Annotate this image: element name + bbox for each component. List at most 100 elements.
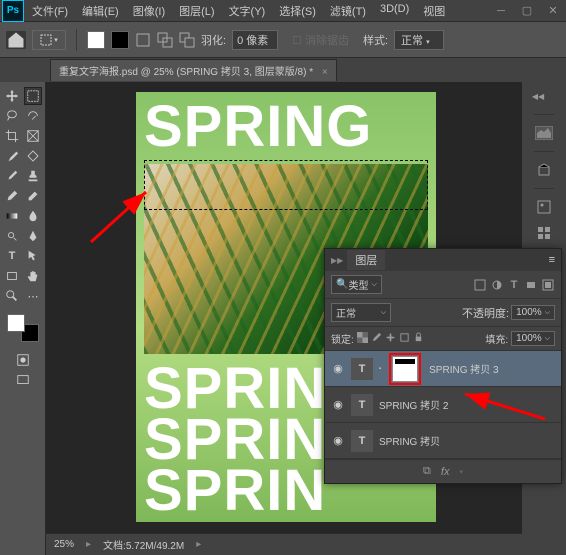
chevron-down-icon: ▾ xyxy=(459,468,463,476)
link-layers-icon[interactable]: ⧉ xyxy=(423,465,431,478)
brush-tool[interactable] xyxy=(3,167,21,185)
filter-smart-icon[interactable] xyxy=(541,278,555,292)
marquee-tool[interactable] xyxy=(24,87,42,105)
chevron-down-icon: ⌵ xyxy=(371,281,376,289)
pen-tool[interactable] xyxy=(24,227,42,245)
stamp-tool[interactable] xyxy=(24,167,42,185)
lock-transparency-icon[interactable] xyxy=(357,332,368,346)
tool-preset-picker[interactable]: ▾ xyxy=(32,30,66,50)
lock-image-icon[interactable] xyxy=(371,332,382,346)
lock-label: 锁定: xyxy=(331,331,354,346)
layers-tab[interactable]: 图层 xyxy=(347,250,385,270)
type-layer-thumb[interactable]: T xyxy=(351,394,373,416)
visibility-toggle[interactable]: ◉ xyxy=(331,398,345,411)
maximize-button[interactable]: ▢ xyxy=(514,1,540,21)
tab-close-icon[interactable]: × xyxy=(322,67,328,78)
blur-tool[interactable] xyxy=(24,207,42,225)
layer-row[interactable]: ◉ T SPRING 拷贝 xyxy=(325,423,561,459)
lock-all-icon[interactable] xyxy=(413,332,424,346)
gradient-tool[interactable] xyxy=(3,207,21,225)
subtract-selection-icon[interactable] xyxy=(179,32,195,48)
menu-3d[interactable]: 3D(D) xyxy=(374,0,415,22)
link-icon: ▪ xyxy=(379,366,381,372)
style-select[interactable]: 正常 ▾ xyxy=(394,30,444,50)
filter-shape-icon[interactable] xyxy=(524,278,538,292)
window-controls: ─ ▢ ✕ xyxy=(488,1,566,21)
screenmode-button[interactable] xyxy=(14,371,32,389)
chevron-down-icon: ▾ xyxy=(426,39,430,46)
expand-panel-icon[interactable]: ◀◀ xyxy=(526,86,550,106)
layer-name[interactable]: SPRING 拷贝 2 xyxy=(379,397,555,412)
crop-tool[interactable] xyxy=(3,127,21,145)
frame-tool[interactable] xyxy=(24,127,42,145)
menu-edit[interactable]: 编辑(E) xyxy=(76,0,125,22)
path-select-tool[interactable] xyxy=(24,247,42,265)
lock-artboard-icon[interactable] xyxy=(399,332,410,346)
dodge-tool[interactable] xyxy=(3,227,21,245)
fill-input[interactable]: 100%⌵ xyxy=(511,331,555,346)
color-swatches[interactable] xyxy=(7,314,39,342)
lasso-tool[interactable] xyxy=(3,107,21,125)
visibility-toggle[interactable]: ◉ xyxy=(331,434,345,447)
layer-name[interactable]: SPRING 拷贝 xyxy=(379,433,555,448)
eyedropper-tool[interactable] xyxy=(3,147,21,165)
collapse-panel-icon[interactable]: ▶▶ xyxy=(331,256,343,265)
feather-input[interactable]: 0 像素 xyxy=(232,30,278,50)
menu-layer[interactable]: 图层(L) xyxy=(173,0,220,22)
menu-select[interactable]: 选择(S) xyxy=(273,0,322,22)
menu-filter[interactable]: 滤镜(T) xyxy=(324,0,372,22)
color-panel-button[interactable] xyxy=(532,123,556,143)
document-tab[interactable]: 重复文字海报.psd @ 25% (SPRING 拷贝 3, 图层蒙版/8) *… xyxy=(50,59,337,81)
quick-select-tool[interactable] xyxy=(24,107,42,125)
menu-file[interactable]: 文件(F) xyxy=(26,0,74,22)
chevron-down-icon: ⌵ xyxy=(545,335,550,343)
type-tool[interactable]: T xyxy=(3,247,21,265)
zoom-display[interactable]: 25% xyxy=(54,539,74,550)
hand-tool[interactable] xyxy=(24,267,42,285)
fg-color-swatch[interactable] xyxy=(7,314,25,332)
foreground-swatch[interactable] xyxy=(87,31,105,49)
filter-type-icon-t[interactable]: T xyxy=(507,278,521,292)
menu-type[interactable]: 文字(Y) xyxy=(223,0,272,22)
filter-icons: T xyxy=(473,278,555,292)
chevron-right-icon[interactable]: ▸ xyxy=(86,539,91,550)
rectangle-tool[interactable] xyxy=(3,267,21,285)
quickmask-button[interactable] xyxy=(14,351,32,369)
menu-image[interactable]: 图像(I) xyxy=(127,0,171,22)
blend-mode-select[interactable]: 正常⌵ xyxy=(331,303,391,322)
layer-row[interactable]: ◉ T SPRING 拷贝 2 xyxy=(325,387,561,423)
menu-view[interactable]: 视图 xyxy=(417,0,451,22)
libraries-panel-button[interactable] xyxy=(532,197,556,217)
eraser-tool[interactable] xyxy=(24,187,42,205)
layer-name[interactable]: SPRING 拷贝 3 xyxy=(429,361,555,376)
zoom-tool[interactable] xyxy=(3,287,21,305)
background-swatch[interactable] xyxy=(111,31,129,49)
chevron-right-icon[interactable]: ▸ xyxy=(196,539,201,550)
panel-menu-icon[interactable]: ≡ xyxy=(549,254,555,266)
close-button[interactable]: ✕ xyxy=(540,1,566,21)
filter-adjustment-icon[interactable] xyxy=(490,278,504,292)
history-brush-tool[interactable] xyxy=(3,187,21,205)
doc-info[interactable]: 文档:5.72M/49.2M xyxy=(103,537,184,552)
swatches-panel-button[interactable] xyxy=(532,223,556,243)
type-layer-thumb[interactable]: T xyxy=(351,358,373,380)
filter-pixel-icon[interactable] xyxy=(473,278,487,292)
healing-tool[interactable] xyxy=(24,147,42,165)
learn-panel-button[interactable] xyxy=(532,160,556,180)
edit-toolbar[interactable]: ⋯ xyxy=(24,287,42,305)
lock-position-icon[interactable] xyxy=(385,332,396,346)
layer-mask-thumb[interactable] xyxy=(392,356,418,382)
blend-value: 正常 xyxy=(336,305,356,320)
layer-row[interactable]: ◉ T ▪ SPRING 拷贝 3 xyxy=(325,351,561,387)
visibility-toggle[interactable]: ◉ xyxy=(331,362,345,375)
filter-type-select[interactable]: 🔍 类型 ⌵ xyxy=(331,275,382,294)
move-tool[interactable] xyxy=(3,87,21,105)
opacity-input[interactable]: 100%⌵ xyxy=(511,305,555,320)
new-selection-icon[interactable] xyxy=(135,32,151,48)
layer-list: ◉ T ▪ SPRING 拷贝 3 ◉ T SPRING 拷贝 2 ◉ T SP… xyxy=(325,351,561,459)
minimize-button[interactable]: ─ xyxy=(488,1,514,21)
add-selection-icon[interactable] xyxy=(157,32,173,48)
home-button[interactable] xyxy=(6,31,26,49)
type-layer-thumb[interactable]: T xyxy=(351,430,373,452)
fx-icon[interactable]: fx xyxy=(441,466,450,478)
